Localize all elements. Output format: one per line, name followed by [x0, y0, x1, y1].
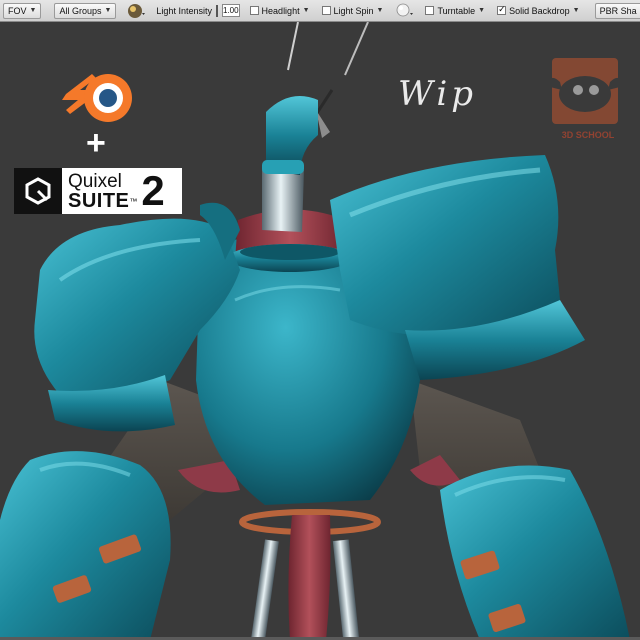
- fov-dropdown[interactable]: FOV ▼: [3, 2, 42, 19]
- quixel-name: Quixel: [68, 170, 122, 192]
- light-intensity-field[interactable]: 1.00: [221, 4, 240, 17]
- fov-label: FOV: [8, 5, 27, 16]
- viewport-toolbar: FOV ▼ All Groups ▼ Light Intensity 1.00 …: [0, 0, 640, 22]
- environment-button[interactable]: [395, 2, 415, 20]
- quixel-suite-logo: Quixel SUITE ™ 2: [14, 168, 182, 214]
- chevron-down-icon: ▼: [302, 7, 310, 14]
- turntable-checkbox[interactable]: [425, 6, 435, 15]
- groups-dropdown[interactable]: All Groups ▼: [54, 2, 117, 19]
- quixel-trademark: ™: [129, 197, 138, 206]
- light-spin-toggle[interactable]: Light Spin ▼: [321, 5, 384, 16]
- blender-logo: [62, 74, 132, 122]
- pbr-shader-dropdown[interactable]: PBR Sha: [594, 2, 640, 19]
- chevron-down-icon: ▼: [572, 7, 580, 14]
- chevron-down-icon: ▼: [478, 7, 486, 14]
- turntable-label: Turntable: [437, 5, 476, 16]
- quixel-version: 2: [141, 167, 165, 214]
- plus-sign: +: [86, 124, 106, 162]
- light-intensity-label: Light Intensity: [156, 5, 212, 16]
- chevron-down-icon: ▼: [376, 7, 384, 14]
- quixel-suite-label: SUITE: [68, 189, 130, 212]
- solid-backdrop-toggle[interactable]: Solid Backdrop ▼: [497, 4, 580, 16]
- 3d-viewport[interactable]: + Quixel SUITE ™ 2 Wip 3D SCHOOL: [0, 22, 640, 640]
- chevron-down-icon: ▼: [104, 7, 112, 14]
- school-name: 3D SCHOOL: [561, 130, 615, 140]
- solid-backdrop-checkbox[interactable]: [497, 4, 507, 15]
- headlight-checkbox[interactable]: [249, 6, 259, 15]
- groups-value: All Groups: [59, 5, 102, 16]
- solid-backdrop-label: Solid Backdrop: [509, 5, 570, 16]
- chevron-down-icon: ▼: [29, 7, 37, 14]
- light-intensity-slider[interactable]: [215, 4, 218, 17]
- lighting-preset-button[interactable]: [126, 2, 146, 20]
- environment-sphere-icon: [397, 3, 414, 16]
- quixel-q-icon: [14, 168, 62, 214]
- headlight-toggle[interactable]: Headlight ▼: [249, 5, 310, 16]
- light-spin-label: Light Spin: [333, 5, 374, 16]
- wip-annotation: Wip: [398, 74, 477, 114]
- headlight-label: Headlight: [261, 5, 300, 16]
- lighting-sphere-icon: [128, 3, 146, 18]
- turntable-toggle[interactable]: Turntable ▼: [425, 6, 485, 16]
- light-spin-checkbox[interactable]: [321, 6, 331, 15]
- pbr-label: PBR Sha: [599, 5, 637, 16]
